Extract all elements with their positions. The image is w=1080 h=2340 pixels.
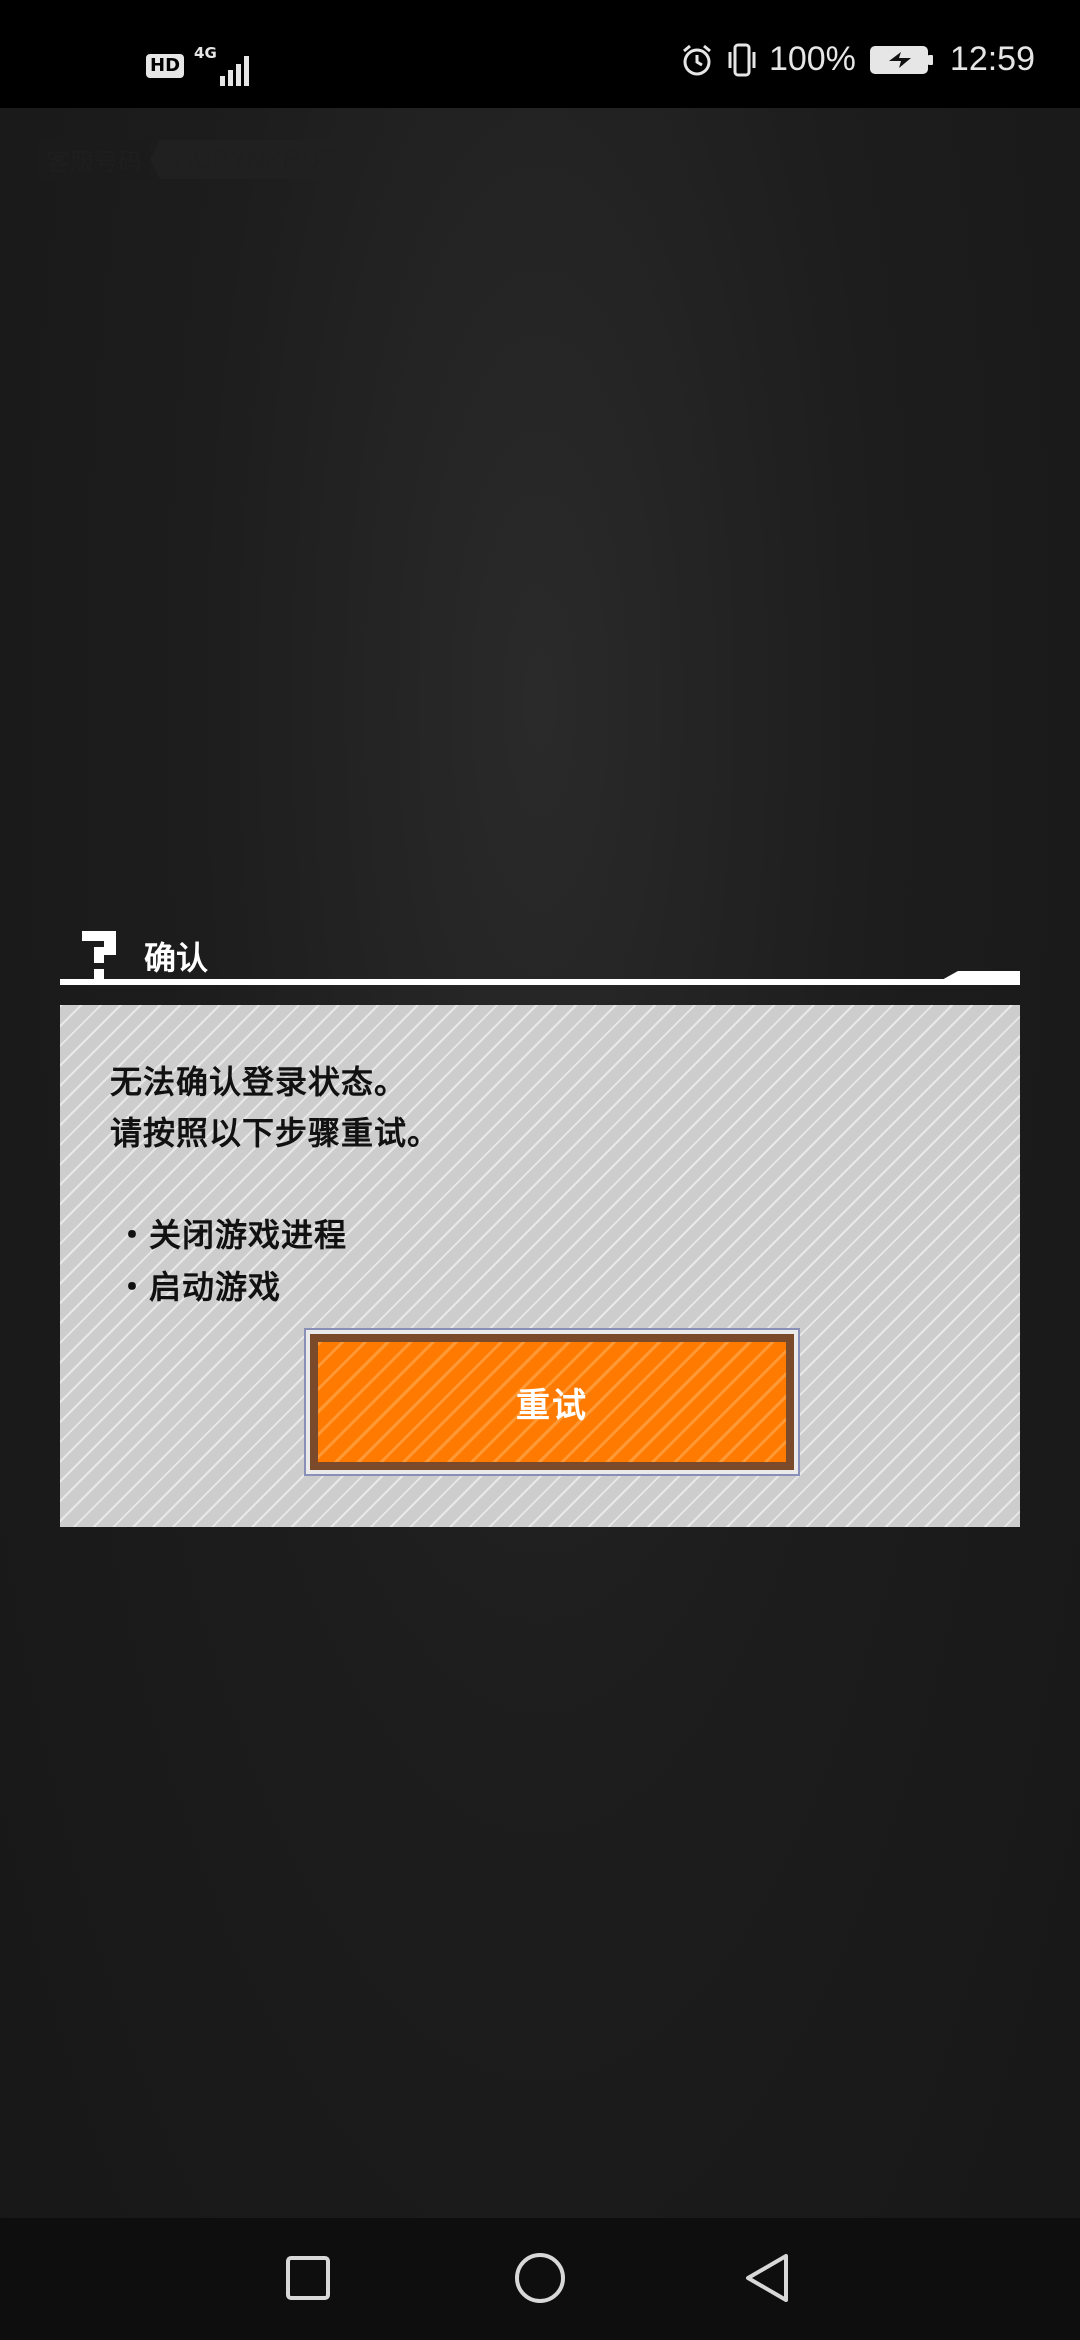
network-type: 4G xyxy=(194,44,217,62)
signal-icon xyxy=(220,56,250,86)
battery-percent: 100% xyxy=(768,40,856,78)
back-icon[interactable] xyxy=(738,2248,798,2308)
navigation-bar xyxy=(0,2218,1080,2340)
retry-button[interactable]: 重试 xyxy=(310,1334,794,1470)
network-indicator: 4G xyxy=(194,44,254,86)
question-icon xyxy=(82,931,116,979)
header-accent xyxy=(940,971,1020,981)
customer-id-value: 1HUPYNKRUT xyxy=(150,140,347,179)
hd-icon: HD xyxy=(146,54,185,78)
vibrate-icon xyxy=(728,43,756,76)
message-line: 请按照以下步骤重试。 xyxy=(110,1114,441,1152)
screen: HD 4G 100% 12:59 客服号码 1HUPYNKRUT 确认 无法确认… xyxy=(0,0,1080,2340)
recent-apps-icon[interactable] xyxy=(278,2248,338,2308)
alarm-icon xyxy=(682,44,711,75)
bolt-icon xyxy=(888,51,911,68)
customer-id-tag: 客服号码 1HUPYNKRUT xyxy=(38,138,347,181)
status-bar: HD 4G 100% 12:59 xyxy=(0,0,1080,108)
dialog-body: 无法确认登录状态。 请按照以下步骤重试。 ・关闭游戏进程 ・启动游戏 重试 xyxy=(60,1005,1020,1527)
step-item: ・启动游戏 xyxy=(116,1268,282,1306)
step-item: ・关闭游戏进程 xyxy=(116,1216,348,1254)
status-left: HD 4G xyxy=(146,44,254,86)
battery-charging-icon xyxy=(869,45,933,74)
dialog-title: 确认 xyxy=(144,939,209,977)
customer-id-label: 客服号码 xyxy=(38,138,150,181)
home-icon[interactable] xyxy=(510,2248,570,2308)
retry-button-frame: 重试 xyxy=(304,1328,800,1476)
status-right: 100% 12:59 xyxy=(679,40,1035,79)
header-divider xyxy=(60,979,1020,985)
clock: 12:59 xyxy=(949,40,1035,78)
dialog-header: 确认 xyxy=(60,925,1020,985)
message-line: 无法确认登录状态。 xyxy=(110,1063,408,1101)
